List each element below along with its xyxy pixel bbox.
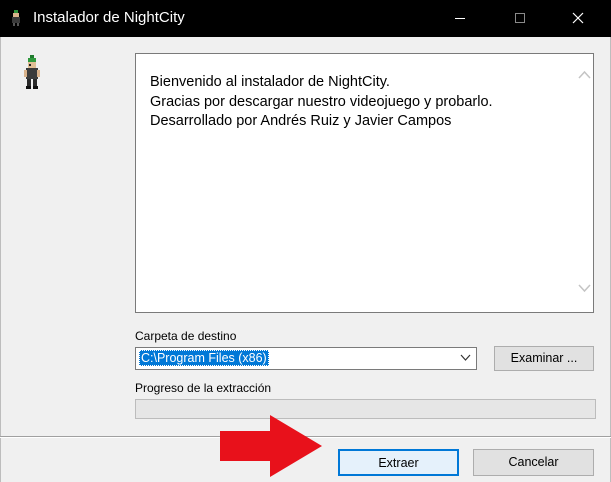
minimize-icon — [455, 18, 465, 19]
app-icon — [12, 10, 20, 26]
welcome-text: Bienvenido al instalador de NightCity. Gr… — [150, 73, 493, 132]
scroll-up-icon[interactable] — [578, 70, 591, 79]
extract-button[interactable]: Extraer — [338, 449, 459, 476]
welcome-line: Bienvenido al instalador de NightCity. — [150, 74, 390, 90]
destination-label: Carpeta de destino — [135, 329, 237, 343]
cancel-button[interactable]: Cancelar — [473, 449, 594, 476]
destination-combobox[interactable]: C:\Program Files (x86) — [135, 347, 477, 370]
title-bar: Instalador de NightCity — [0, 0, 611, 37]
close-icon — [572, 12, 584, 24]
nightcity-character-icon — [24, 55, 40, 89]
close-button[interactable] — [555, 0, 601, 37]
minimize-button[interactable] — [437, 0, 483, 37]
window-left-border — [0, 37, 1, 482]
browse-button[interactable]: Examinar ... — [494, 346, 594, 371]
welcome-line: Gracias por descargar nuestro videojuego… — [150, 93, 493, 110]
scroll-down-icon[interactable] — [578, 284, 591, 293]
welcome-line: Desarrollado por Andrés Ruiz y Javier Ca… — [150, 113, 452, 129]
maximize-icon — [515, 13, 525, 23]
maximize-button[interactable] — [497, 0, 543, 37]
extraction-progress-bar — [135, 399, 596, 419]
welcome-text-area[interactable]: Bienvenido al instalador de NightCity. Gr… — [135, 53, 594, 313]
window-title: Instalador de NightCity — [33, 9, 185, 26]
destination-path-value[interactable]: C:\Program Files (x86) — [139, 350, 269, 366]
chevron-down-icon[interactable] — [460, 354, 471, 361]
progress-label: Progreso de la extracción — [135, 381, 272, 395]
vertical-scrollbar[interactable] — [576, 54, 593, 312]
red-arrow-annotation-icon — [220, 415, 322, 477]
